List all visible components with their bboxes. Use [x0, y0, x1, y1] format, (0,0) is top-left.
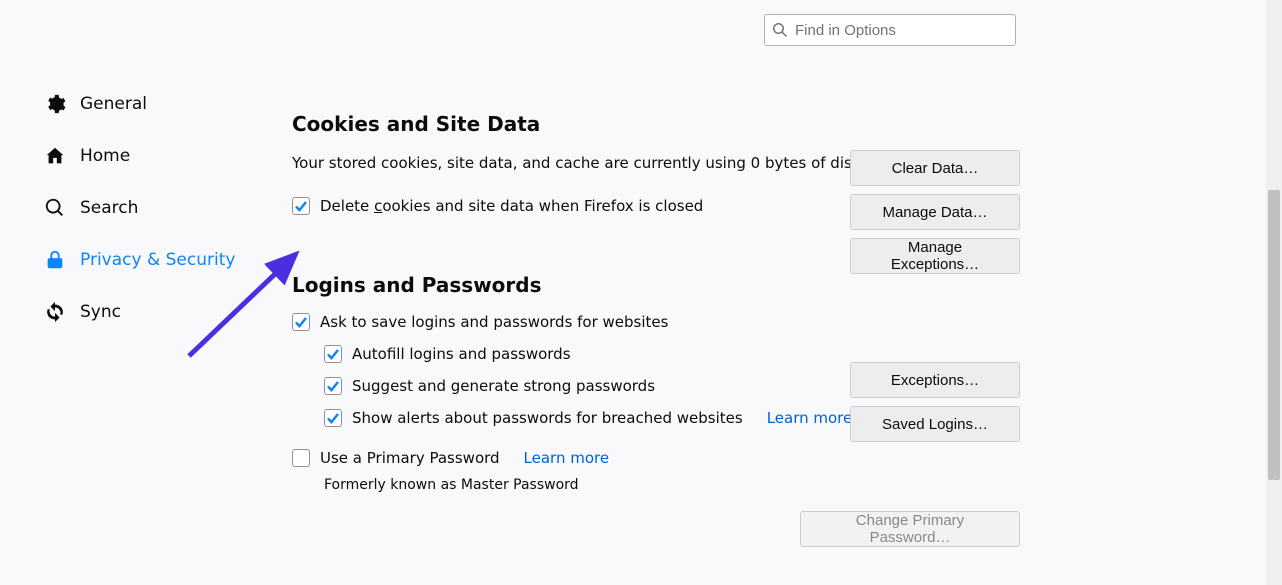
vertical-scrollbar[interactable]	[1266, 0, 1282, 585]
saved-logins-button[interactable]: Saved Logins…	[850, 406, 1020, 442]
breach-learn-more-link[interactable]: Learn more	[767, 409, 853, 427]
primary-password-row: Use a Primary Password Learn more	[292, 449, 1022, 467]
check-icon	[294, 315, 308, 329]
primary-button-column: Change Primary Password…	[850, 511, 1020, 547]
primary-password-label: Use a Primary Password	[320, 449, 500, 467]
section-title-logins: Logins and Passwords	[292, 273, 1022, 297]
suggest-passwords-label: Suggest and generate strong passwords	[352, 377, 655, 395]
logins-exceptions-button[interactable]: Exceptions…	[850, 362, 1020, 398]
sidebar-item-label: Sync	[80, 302, 121, 322]
sidebar-item-sync[interactable]: Sync	[44, 286, 274, 338]
sidebar-item-search[interactable]: Search	[44, 182, 274, 234]
lock-icon	[44, 249, 66, 271]
search-wrap	[764, 14, 1016, 46]
cookies-button-column: Clear Data… Manage Data… Manage Exceptio…	[850, 150, 1020, 274]
suggest-passwords-checkbox[interactable]	[324, 377, 342, 395]
clear-data-button[interactable]: Clear Data…	[850, 150, 1020, 186]
home-icon	[44, 145, 66, 167]
gear-icon	[44, 93, 66, 115]
sidebar-item-label: Privacy & Security	[80, 250, 235, 270]
autofill-logins-label: Autofill logins and passwords	[352, 345, 571, 363]
check-icon	[294, 199, 308, 213]
sidebar-item-label: Home	[80, 146, 130, 166]
sync-icon	[44, 301, 66, 323]
breach-alerts-label: Show alerts about passwords for breached…	[352, 409, 743, 427]
delete-cookies-on-close-label: Delete cookies and site data when Firefo…	[320, 197, 703, 215]
check-icon	[326, 411, 340, 425]
check-icon	[326, 379, 340, 393]
manage-data-button[interactable]: Manage Data…	[850, 194, 1020, 230]
change-primary-password-button[interactable]: Change Primary Password…	[800, 511, 1020, 547]
sidebar-item-label: General	[80, 94, 147, 114]
sidebar-item-home[interactable]: Home	[44, 130, 274, 182]
breach-alerts-checkbox[interactable]	[324, 409, 342, 427]
sidebar-item-label: Search	[80, 198, 138, 218]
primary-learn-more-link[interactable]: Learn more	[524, 449, 610, 467]
sidebar-item-general[interactable]: General	[44, 78, 274, 130]
search-icon	[772, 22, 788, 38]
ask-save-logins-label: Ask to save logins and passwords for web…	[320, 313, 668, 331]
check-icon	[326, 347, 340, 361]
sidebar-item-privacy-security[interactable]: Privacy & Security	[44, 234, 274, 286]
autofill-logins-row: Autofill logins and passwords	[324, 345, 1022, 363]
primary-password-note: Formerly known as Master Password	[324, 477, 1022, 493]
delete-cookies-on-close-checkbox[interactable]	[292, 197, 310, 215]
scrollbar-thumb[interactable]	[1268, 190, 1280, 480]
ask-save-logins-checkbox[interactable]	[292, 313, 310, 331]
primary-password-checkbox[interactable]	[292, 449, 310, 467]
ask-save-logins-row: Ask to save logins and passwords for web…	[292, 313, 1022, 331]
search-icon	[44, 197, 66, 219]
autofill-logins-checkbox[interactable]	[324, 345, 342, 363]
section-title-cookies: Cookies and Site Data	[292, 112, 1022, 136]
sidebar: General Home Search Privacy & Security S…	[44, 78, 274, 338]
logins-button-column: Exceptions… Saved Logins…	[850, 362, 1020, 442]
manage-exceptions-button[interactable]: Manage Exceptions…	[850, 238, 1020, 274]
search-input[interactable]	[764, 14, 1016, 46]
